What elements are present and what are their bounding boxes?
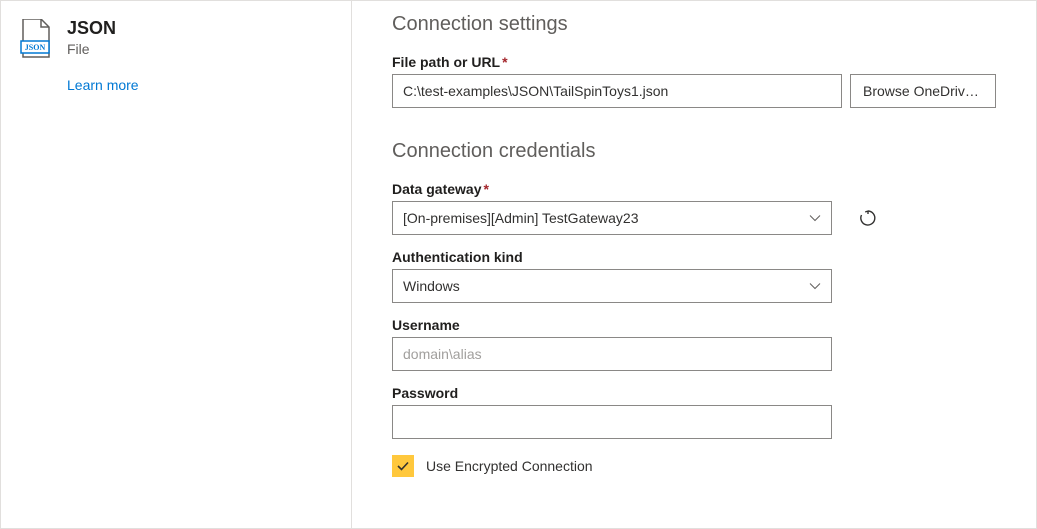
browse-onedrive-button[interactable]: Browse OneDrive... <box>850 74 996 108</box>
auth-kind-label: Authentication kind <box>392 249 996 265</box>
required-asterisk: * <box>502 54 507 70</box>
main-panel: Connection settings File path or URL* Br… <box>352 1 1036 528</box>
connector-subtitle: File <box>67 41 139 57</box>
auth-kind-value: Windows <box>403 278 460 294</box>
checkmark-icon <box>396 459 410 473</box>
json-file-icon: JSON <box>19 19 51 59</box>
filepath-label: File path or URL* <box>392 54 996 70</box>
password-label: Password <box>392 385 996 401</box>
connection-settings-heading: Connection settings <box>392 13 996 36</box>
learn-more-link[interactable]: Learn more <box>67 77 139 93</box>
connector-title: JSON <box>67 17 139 39</box>
filepath-label-text: File path or URL <box>392 54 500 70</box>
auth-kind-select[interactable]: Windows <box>392 269 832 303</box>
use-encrypted-checkbox[interactable] <box>392 455 414 477</box>
connection-credentials-heading: Connection credentials <box>392 140 996 163</box>
refresh-icon <box>859 209 877 227</box>
chevron-down-icon <box>809 280 821 292</box>
gateway-label-text: Data gateway <box>392 181 481 197</box>
password-input[interactable] <box>392 405 832 439</box>
svg-text:JSON: JSON <box>25 43 46 52</box>
filepath-input[interactable] <box>392 74 842 108</box>
gateway-label: Data gateway* <box>392 181 996 197</box>
sidebar: JSON JSON File Learn more <box>1 1 351 528</box>
refresh-gateway-button[interactable] <box>852 202 884 234</box>
gateway-select-value: [On-premises][Admin] TestGateway23 <box>403 210 639 226</box>
chevron-down-icon <box>809 212 821 224</box>
gateway-select[interactable]: [On-premises][Admin] TestGateway23 <box>392 201 832 235</box>
use-encrypted-label: Use Encrypted Connection <box>426 458 593 474</box>
required-asterisk: * <box>483 181 488 197</box>
username-label: Username <box>392 317 996 333</box>
username-input[interactable] <box>392 337 832 371</box>
